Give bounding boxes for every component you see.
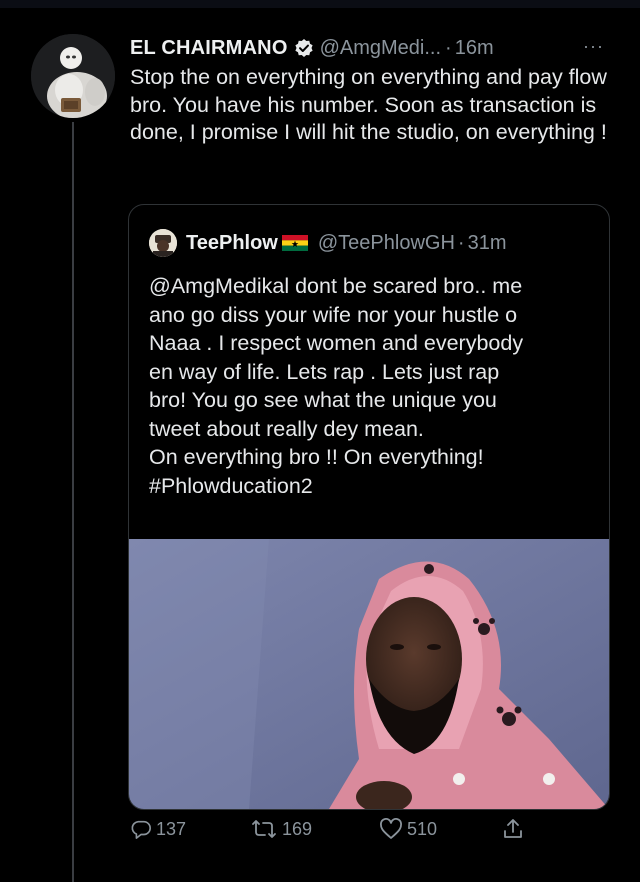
quoted-tweet-timestamp[interactable]: 31m (468, 232, 507, 255)
quoted-text-line: Naaa . I respect women and everybody (149, 331, 524, 355)
retweet-count: 169 (282, 818, 313, 839)
author-avatar[interactable] (31, 34, 115, 118)
quoted-text-line: ano go diss your wife nor your hustle o (149, 302, 518, 327)
quoted-author-display-name[interactable]: TeePhlow (186, 232, 278, 255)
quoted-text-line[interactable]: #Phlowducation2 (149, 472, 599, 501)
quoted-tweet-text: @AmgMedikal dont be scared bro.. me ano … (149, 272, 599, 500)
quoted-tweet-header: TeePhlow @TeePhlowGH · 31m (149, 228, 506, 258)
verified-badge-icon (294, 38, 314, 58)
author-display-name[interactable]: EL CHAIRMANO (130, 37, 288, 60)
tweet-timestamp[interactable]: 16m (455, 37, 494, 60)
share-icon (504, 819, 522, 838)
author-handle[interactable]: @AmgMedi... (320, 37, 441, 60)
quoted-text-line: tweet about really dey mean. (149, 416, 424, 441)
heart-icon (380, 818, 402, 839)
like-button[interactable]: 510 (379, 818, 437, 840)
header-separator: · (445, 36, 452, 59)
share-button[interactable] (502, 818, 524, 840)
tweet-text: Stop the on everything on everything and… (130, 65, 607, 144)
retweet-icon (252, 820, 276, 838)
tweet-action-bar: 137 169 510 (130, 818, 530, 848)
thread-line (72, 122, 74, 882)
quoted-author-handle[interactable]: @TeePhlowGH (318, 232, 455, 255)
retweet-button[interactable]: 169 (250, 818, 312, 840)
quoted-tweet-card[interactable]: TeePhlow @TeePhlowGH · 31m @AmgMedikal d… (128, 204, 610, 810)
top-divider (0, 0, 640, 8)
quoted-text-line: bro! You go see what the unique you (149, 388, 497, 412)
like-count: 510 (407, 818, 438, 839)
quoted-tweet-photo[interactable] (129, 539, 609, 809)
quoted-author-avatar[interactable] (149, 229, 177, 257)
quoted-text-line: @AmgMedikal dont be scared bro.. me (149, 274, 523, 298)
quoted-text-line: en way of life. Lets rap . Lets just rap (149, 359, 500, 384)
author-avatar-image (31, 34, 115, 118)
ghana-flag-icon (281, 235, 308, 251)
more-options-icon[interactable]: ··· (583, 36, 604, 57)
reply-button[interactable]: 137 (130, 818, 186, 840)
reply-icon (131, 820, 151, 839)
quoted-text-line: On everything bro !! On everything! (149, 445, 484, 469)
tweet-header: EL CHAIRMANO @AmgMedi... · 16m (130, 33, 494, 63)
reply-count: 137 (156, 818, 187, 839)
quoted-header-separator: · (457, 231, 465, 254)
